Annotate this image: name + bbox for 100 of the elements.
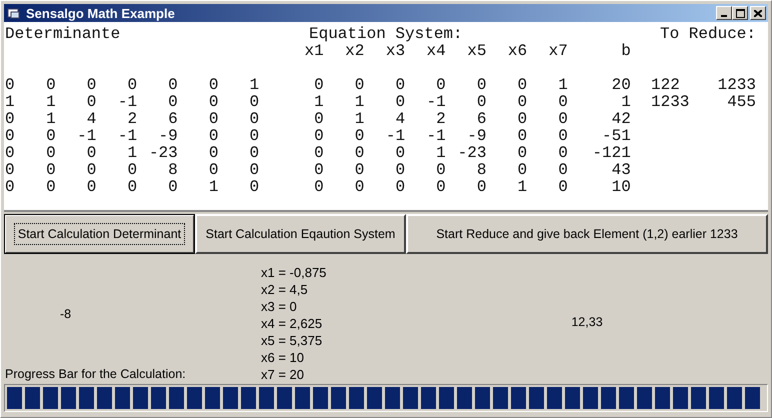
- column-header: x7: [548, 43, 568, 60]
- close-button[interactable]: [750, 6, 766, 20]
- column-header: x2: [344, 43, 364, 60]
- maximize-button[interactable]: [732, 6, 748, 20]
- solution-value: x3 = 0: [261, 298, 298, 315]
- matrix-cell-text: 1: [354, 94, 364, 111]
- section-title: To Reduce:: [660, 25, 756, 43]
- matrix-cell-text: -1: [384, 128, 406, 145]
- matrix-cell-text: 0: [557, 145, 568, 162]
- close-icon: [754, 10, 762, 16]
- matrix-cell-text: 0: [557, 94, 568, 111]
- solution-value: x5 = 5,375: [261, 332, 324, 349]
- matrix-cell-text: 0: [208, 145, 218, 162]
- matrix-cell-text: 0: [45, 179, 56, 196]
- matrix-cell-text: 0: [354, 179, 364, 196]
- matrix-cell-text: -1: [116, 94, 138, 111]
- matrix-cell-text: 0: [476, 77, 486, 94]
- matrix-cell-text: 0: [248, 179, 260, 196]
- matrix-cell-text: 0: [313, 111, 324, 128]
- matrix-cell-text: 0: [167, 94, 178, 111]
- matrix-cell-text: 42: [610, 111, 631, 128]
- matrix-cell-text: 0: [45, 77, 56, 94]
- matrix-cell-text: 0: [313, 128, 324, 145]
- matrix-cell-text: 0: [313, 145, 324, 162]
- matrix-cell-text: 122: [651, 77, 681, 94]
- matrix-cell-text: 0: [394, 94, 406, 111]
- matrix-cell-text: 10: [610, 179, 631, 196]
- matrix-cell-text: -121: [591, 145, 631, 162]
- matrix-cell-text: 1: [45, 94, 56, 111]
- matrix-cell-text: 0: [45, 145, 56, 162]
- matrix-cell-text: 2: [435, 111, 446, 128]
- solution-value: x4 = 2,625: [261, 315, 324, 332]
- window-icon: [7, 7, 21, 19]
- matrix-cell-text: -9: [158, 128, 178, 145]
- matrix-cell-text: 0: [208, 128, 218, 145]
- matrix-cell-text: 0: [516, 77, 528, 94]
- section-title: Equation System:: [308, 25, 463, 43]
- matrix-cell-text: -9: [466, 128, 486, 145]
- calculation-button[interactable]: Start Calculation Eqaution System: [195, 214, 406, 254]
- matrix-cell-text: 1: [248, 77, 260, 94]
- matrix-cell-text: 0: [394, 145, 406, 162]
- matrix-cell-text: 0: [354, 77, 364, 94]
- matrix-cell-text: 1: [313, 94, 324, 111]
- matrix-cell-text: 0: [435, 77, 446, 94]
- solution-value: x6 = 10: [261, 349, 306, 366]
- matrix-cell-text: 1233: [716, 77, 756, 94]
- matrix-cell-text: 0: [86, 162, 96, 179]
- matrix-cell-text: -1: [76, 128, 96, 145]
- matrix-cell-text: 43: [610, 162, 631, 179]
- matrix-cell-text: 8: [476, 162, 486, 179]
- matrix-cell: 0: [5, 162, 15, 179]
- matrix-cell-text: 0: [557, 162, 568, 179]
- matrix-cell-text: 0: [86, 145, 96, 162]
- matrix-cell-text: 1: [126, 145, 138, 162]
- matrix-cell-text: 0: [86, 179, 96, 196]
- matrix-cell-text: 6: [476, 111, 486, 128]
- column-header: x5: [466, 43, 486, 60]
- matrix-cell-text: 8: [167, 162, 178, 179]
- solution-value: x2 = 4,5: [261, 281, 309, 298]
- matrix-cell-text: 1233: [651, 94, 690, 111]
- matrix-cell-text: 0: [45, 128, 56, 145]
- matrix-cell: 0: [5, 111, 15, 128]
- column-header: x1: [303, 43, 324, 60]
- matrix-cell-text: 0: [516, 162, 528, 179]
- calculation-button[interactable]: Start Reduce and give back Element (1,2) earlier 1233: [406, 214, 768, 254]
- matrix-cell-text: 0: [167, 179, 178, 196]
- matrix-cell-text: 0: [435, 179, 446, 196]
- reduce-result: 12,33: [571, 314, 603, 328]
- matrix-cell-text: 0: [126, 162, 138, 179]
- matrix-cell-text: 0: [45, 162, 56, 179]
- window-title: Sensalgo Math Example: [26, 6, 176, 20]
- matrix-cell-text: 0: [394, 77, 406, 94]
- matrix-cell: 0: [5, 77, 15, 94]
- matrix-cell: 0: [5, 128, 15, 145]
- matrix-cell-text: 0: [476, 94, 486, 111]
- matrix-cell-text: 0: [126, 77, 138, 94]
- matrix-cell-text: 0: [516, 94, 528, 111]
- column-header: x4: [426, 43, 446, 60]
- matrix-cell-text: 0: [248, 128, 260, 145]
- matrix-cell: 1: [5, 94, 15, 111]
- maximize-icon: [736, 8, 744, 18]
- matrix-cell-text: 0: [557, 111, 568, 128]
- matrix-cell-text: 4: [394, 111, 406, 128]
- matrix-cell-text: 0: [313, 77, 324, 94]
- minimize-button[interactable]: [716, 6, 732, 20]
- matrix-cell: 0: [5, 145, 15, 162]
- column-header: b: [620, 43, 631, 60]
- matrix-cell-text: 0: [167, 77, 178, 94]
- matrix-cell-text: 20: [610, 77, 631, 94]
- matrix-cell-text: 0: [516, 111, 528, 128]
- matrix-cell-text: 1: [516, 179, 528, 196]
- determinant-result: -8: [60, 306, 72, 320]
- matrix-cell-text: 0: [516, 128, 528, 145]
- matrix-cell-text: 0: [208, 111, 218, 128]
- calculation-button[interactable]: Start Calculation Determinant: [4, 214, 195, 254]
- solution-value: x7 = 20: [261, 366, 306, 383]
- matrix-cell-text: 0: [248, 162, 260, 179]
- matrix-cell-text: -1: [426, 128, 446, 145]
- matrix-cell-text: 0: [208, 162, 218, 179]
- matrix-cell-text: 0: [248, 94, 260, 111]
